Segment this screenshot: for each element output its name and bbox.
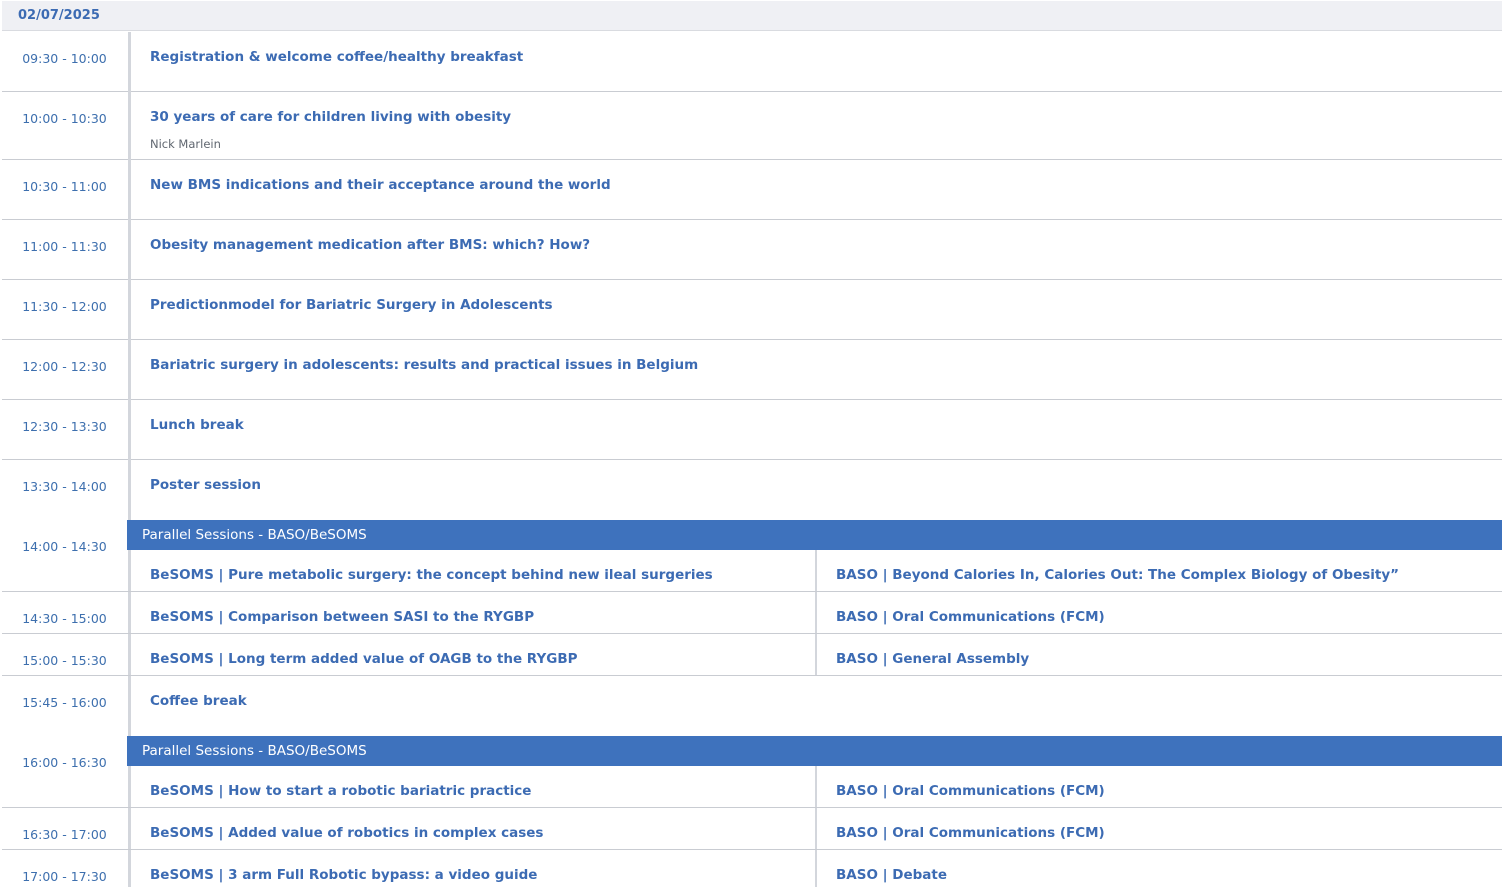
session-time: 11:30 - 12:00 — [22, 299, 107, 314]
session-title[interactable]: Coffee break — [150, 693, 247, 709]
parallel-sessions-header: Parallel Sessions - BASO/BeSOMS — [127, 520, 1502, 550]
agenda-row: 12:00 - 12:30 Bariatric surgery in adole… — [2, 340, 1502, 400]
session-title[interactable]: Obesity management medication after BMS:… — [150, 237, 590, 253]
session-title[interactable]: Registration & welcome coffee/healthy br… — [150, 49, 523, 65]
row-divider — [2, 633, 1502, 634]
agenda-row: 13:30 - 14:00 Poster session — [2, 460, 1502, 520]
agenda-row: 11:30 - 12:00 Predictionmodel for Bariat… — [2, 280, 1502, 340]
session-time: 14:30 - 15:00 — [22, 611, 107, 626]
parallel-sessions-header: Parallel Sessions - BASO/BeSOMS — [127, 736, 1502, 766]
agenda-row: 15:45 - 16:00 Coffee break — [2, 676, 1502, 736]
besoms-session-title[interactable]: BeSOMS | Pure metabolic surgery: the con… — [150, 567, 713, 583]
session-title[interactable]: Poster session — [150, 477, 261, 493]
session-title[interactable]: 30 years of care for children living wit… — [150, 109, 511, 125]
timeline-divider — [128, 220, 131, 280]
agenda-row: 09:30 - 10:00 Registration & welcome cof… — [2, 32, 1502, 92]
date-header: 02/07/2025 — [2, 1, 1502, 31]
session-time: 13:30 - 14:00 — [22, 479, 107, 494]
timeline-divider — [128, 280, 131, 340]
session-title[interactable]: New BMS indications and their acceptance… — [150, 177, 611, 193]
session-title[interactable]: Lunch break — [150, 417, 244, 433]
session-title[interactable]: Predictionmodel for Bariatric Surgery in… — [150, 297, 553, 313]
besoms-session-title[interactable]: BeSOMS | Added value of robotics in comp… — [150, 825, 543, 841]
besoms-session-title[interactable]: BeSOMS | Comparison between SASI to the … — [150, 609, 534, 625]
besoms-session-title[interactable]: BeSOMS | 3 arm Full Robotic bypass: a vi… — [150, 867, 537, 883]
session-time: 10:00 - 10:30 — [22, 111, 107, 126]
timeline-divider — [128, 340, 131, 400]
session-time: 10:30 - 11:00 — [22, 179, 107, 194]
parallel-block-1: Parallel Sessions - BASO/BeSOMS 14:00 - … — [2, 520, 1502, 676]
baso-session-title[interactable]: BASO | Oral Communications (FCM) — [836, 783, 1105, 799]
agenda-row: 11:00 - 11:30 Obesity management medicat… — [2, 220, 1502, 280]
parallel-sessions-label: Parallel Sessions - BASO/BeSOMS — [142, 743, 367, 759]
timeline-divider — [128, 460, 131, 520]
besoms-session-title[interactable]: BeSOMS | How to start a robotic bariatri… — [150, 783, 531, 799]
baso-session-title[interactable]: BASO | Debate — [836, 867, 947, 883]
session-time: 14:00 - 14:30 — [22, 539, 107, 554]
baso-session-title[interactable]: BASO | General Assembly — [836, 651, 1029, 667]
session-time: 09:30 - 10:00 — [22, 51, 107, 66]
timeline-divider — [128, 92, 131, 160]
baso-session-title[interactable]: BASO | Beyond Calories In, Calories Out:… — [836, 567, 1399, 583]
column-divider — [815, 766, 817, 887]
baso-session-title[interactable]: BASO | Oral Communications (FCM) — [836, 825, 1105, 841]
row-divider — [2, 807, 1502, 808]
session-speaker: Nick Marlein — [150, 137, 221, 151]
parallel-block-2: Parallel Sessions - BASO/BeSOMS 16:00 - … — [2, 736, 1502, 887]
session-time: 16:00 - 16:30 — [22, 755, 107, 770]
column-divider — [815, 550, 817, 676]
timeline-divider — [128, 32, 131, 92]
session-time: 15:00 - 15:30 — [22, 653, 107, 668]
timeline-divider — [128, 400, 131, 460]
session-time: 12:00 - 12:30 — [22, 359, 107, 374]
agenda-row: 12:30 - 13:30 Lunch break — [2, 400, 1502, 460]
besoms-session-title[interactable]: BeSOMS | Long term added value of OAGB t… — [150, 651, 578, 667]
row-divider — [2, 591, 1502, 592]
baso-session-title[interactable]: BASO | Oral Communications (FCM) — [836, 609, 1105, 625]
session-time: 17:00 - 17:30 — [22, 869, 107, 884]
timeline-divider — [128, 160, 131, 220]
session-time: 11:00 - 11:30 — [22, 239, 107, 254]
session-time: 16:30 - 17:00 — [22, 827, 107, 842]
parallel-sessions-label: Parallel Sessions - BASO/BeSOMS — [142, 527, 367, 543]
row-divider — [2, 849, 1502, 850]
agenda-row: 10:00 - 10:30 30 years of care for child… — [2, 92, 1502, 160]
session-time: 12:30 - 13:30 — [22, 419, 107, 434]
session-time: 15:45 - 16:00 — [22, 695, 107, 710]
date-label: 02/07/2025 — [18, 8, 100, 23]
agenda-row: 10:30 - 11:00 New BMS indications and th… — [2, 160, 1502, 220]
timeline-divider — [128, 676, 131, 736]
session-title[interactable]: Bariatric surgery in adolescents: result… — [150, 357, 698, 373]
